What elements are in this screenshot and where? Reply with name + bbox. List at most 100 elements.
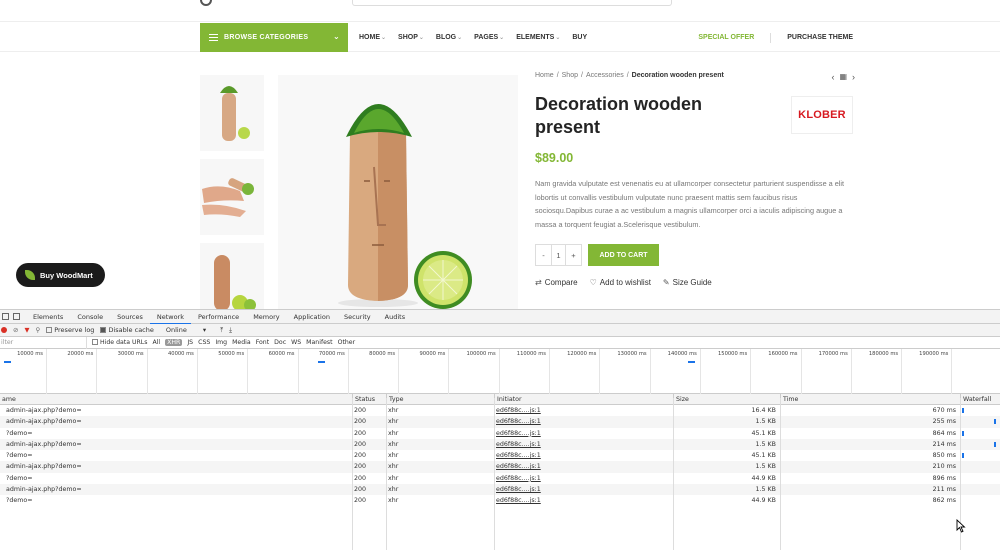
filter-type-media[interactable]: Media: [232, 339, 251, 346]
size-guide-link[interactable]: ✎ Size Guide: [663, 278, 712, 287]
filter-type-doc[interactable]: Doc: [274, 339, 286, 346]
filter-type-js[interactable]: JS: [187, 339, 193, 346]
column-header-status[interactable]: Status: [352, 394, 386, 405]
column-header-size[interactable]: Size: [673, 394, 780, 405]
hide-data-urls-checkbox[interactable]: Hide data URLs: [92, 339, 147, 346]
cell-name: admin-ajax.php?demo=: [0, 461, 352, 472]
filter-icon[interactable]: ▼: [24, 326, 29, 334]
disable-cache-checkbox[interactable]: Disable cache: [100, 326, 154, 334]
table-row[interactable]: admin-ajax.php?demo= 200 xhr ed6f88c....js:…: [0, 416, 1000, 428]
breadcrumb-accessories[interactable]: Accessories: [586, 72, 624, 79]
tab-elements[interactable]: Elements: [26, 310, 70, 324]
table-row[interactable]: admin-ajax.php?demo= 200 xhr ed6f88c....js:…: [0, 484, 1000, 496]
cell-initiator[interactable]: ed6f88c....js:1: [494, 450, 673, 461]
device-toggle-icon[interactable]: [13, 313, 20, 320]
filter-type-img[interactable]: Img: [215, 339, 227, 346]
filter-type-manifest[interactable]: Manifest: [306, 339, 332, 346]
nav-item-blog[interactable]: BLOG⌄: [436, 34, 462, 41]
throttle-value: Online: [165, 326, 187, 334]
name-value: admin-ajax.php?demo=: [6, 486, 82, 494]
record-icon[interactable]: [1, 327, 7, 333]
compare-link[interactable]: ⇄ Compare: [535, 278, 578, 287]
wishlist-link[interactable]: ♡ Add to wishlist: [590, 278, 651, 287]
buy-woodmart-button[interactable]: Buy WoodMart: [16, 263, 105, 287]
purchase-theme-link[interactable]: PURCHASE THEME: [787, 34, 853, 41]
cell-status: 200: [352, 484, 386, 495]
tab-network[interactable]: Network: [149, 310, 191, 324]
grid-icon[interactable]: ▦: [839, 72, 847, 82]
thumbnail-1[interactable]: [200, 75, 264, 151]
search-input[interactable]: [352, 0, 672, 6]
cell-time: 210 ms: [780, 461, 960, 472]
cell-time: 896 ms: [780, 473, 960, 484]
column-header-ame[interactable]: ame: [0, 394, 352, 405]
table-row[interactable]: admin-ajax.php?demo= 200 xhr ed6f88c....js:…: [0, 438, 1000, 451]
site-logo[interactable]: [200, 0, 212, 6]
column-header-time[interactable]: Time: [780, 394, 960, 405]
cell-initiator[interactable]: ed6f88c....js:1: [494, 439, 673, 450]
filter-input[interactable]: ilter: [0, 336, 87, 349]
hamburger-icon: [209, 34, 218, 41]
nav-item-pages[interactable]: PAGES⌄: [474, 34, 504, 41]
tab-security[interactable]: Security: [337, 310, 378, 324]
tab-sources[interactable]: Sources: [110, 310, 150, 324]
cell-initiator[interactable]: ed6f88c....js:1: [494, 495, 673, 506]
cell-initiator[interactable]: ed6f88c....js:1: [494, 405, 673, 416]
tab-performance[interactable]: Performance: [191, 310, 246, 324]
column-header-type[interactable]: Type: [386, 394, 494, 405]
thumbnail-3[interactable]: [200, 243, 264, 310]
breadcrumb-shop[interactable]: Shop: [562, 72, 578, 79]
clear-icon[interactable]: ⊘: [13, 326, 18, 334]
cell-initiator[interactable]: ed6f88c....js:1: [494, 484, 673, 495]
filter-type-font[interactable]: Font: [256, 339, 269, 346]
qty-input[interactable]: 1: [551, 245, 566, 265]
network-overview-timeline[interactable]: 10000 ms 20000 ms 30000 ms 40000 ms 50000 ms…: [0, 349, 1000, 394]
thumbnail-2[interactable]: [200, 159, 264, 235]
export-har-icon[interactable]: ⤓: [229, 326, 232, 335]
column-header-initiator[interactable]: Initiator: [494, 394, 673, 405]
waterfall-bar: [994, 441, 996, 447]
preserve-log-checkbox[interactable]: Preserve log: [46, 326, 94, 334]
column-header-waterfall[interactable]: Waterfall: [960, 394, 1000, 405]
table-row[interactable]: admin-ajax.php?demo= 200 xhr ed6f88c....js:…: [0, 461, 1000, 473]
prev-product-icon[interactable]: ‹: [831, 72, 834, 82]
special-offer-link[interactable]: SPECIAL OFFER: [698, 34, 754, 41]
nav-item-home[interactable]: HOME⌄: [359, 34, 386, 41]
product-main-image[interactable]: [278, 75, 518, 310]
qty-plus-button[interactable]: +: [566, 245, 581, 265]
qty-minus-button[interactable]: -: [536, 245, 551, 265]
table-row[interactable]: ?demo= 200 xhr ed6f88c....js:1 44.9 KB 896 ms: [0, 473, 1000, 484]
cell-initiator[interactable]: ed6f88c....js:1: [494, 473, 673, 484]
next-product-icon[interactable]: ›: [852, 72, 855, 82]
breadcrumb-home[interactable]: Home: [535, 72, 554, 79]
import-har-icon[interactable]: ⤒: [220, 326, 223, 335]
tab-console[interactable]: Console: [70, 310, 110, 324]
filter-type-xhr[interactable]: XHR: [165, 339, 183, 346]
table-row[interactable]: ?demo= 200 xhr ed6f88c....js:1 44.9 KB 862 ms: [0, 495, 1000, 506]
search-icon[interactable]: ⚲: [35, 326, 40, 334]
tab-audits[interactable]: Audits: [378, 310, 412, 324]
cell-size: 44.9 KB: [673, 495, 780, 506]
wooden-juicer-image: [338, 104, 472, 309]
filter-type-other[interactable]: Other: [338, 339, 356, 346]
nav-item-elements[interactable]: ELEMENTS⌄: [516, 34, 560, 41]
throttle-select[interactable]: Online ▾: [166, 326, 206, 334]
cell-initiator[interactable]: ed6f88c....js:1: [494, 416, 673, 427]
table-row[interactable]: ?demo= 200 xhr ed6f88c....js:1 45.1 KB 864 ms: [0, 428, 1000, 439]
tab-application[interactable]: Application: [287, 310, 337, 324]
table-row[interactable]: admin-ajax.php?demo= 200 xhr ed6f88c....js:…: [0, 405, 1000, 416]
nav-item-buy[interactable]: BUY: [572, 34, 587, 41]
cell-initiator[interactable]: ed6f88c....js:1: [494, 461, 673, 472]
filter-type-css[interactable]: CSS: [198, 339, 210, 346]
brand-logo[interactable]: KLOBER: [791, 96, 853, 134]
table-row[interactable]: ?demo= 200 xhr ed6f88c....js:1 45.1 KB 850 ms: [0, 450, 1000, 461]
nav-item-shop[interactable]: SHOP⌄: [398, 34, 424, 41]
tab-memory[interactable]: Memory: [246, 310, 286, 324]
browse-categories-button[interactable]: BROWSE CATEGORIES ⌄: [200, 23, 348, 52]
inspect-icon[interactable]: [2, 313, 9, 320]
add-to-cart-button[interactable]: ADD TO CART: [588, 244, 659, 266]
cell-initiator[interactable]: ed6f88c....js:1: [494, 428, 673, 439]
filter-type-ws[interactable]: WS: [291, 339, 301, 346]
cell-name: admin-ajax.php?demo=: [0, 416, 352, 427]
filter-type-all[interactable]: All: [152, 339, 160, 346]
